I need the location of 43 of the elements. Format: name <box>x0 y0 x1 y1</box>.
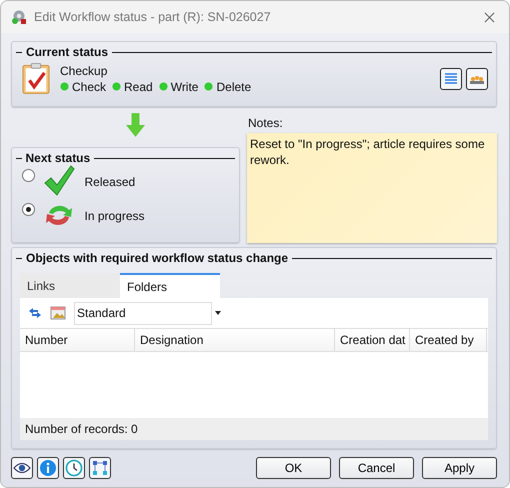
image-icon[interactable] <box>50 305 66 321</box>
column-header[interactable]: Designation <box>135 329 335 351</box>
eye-button[interactable] <box>11 457 33 479</box>
column-header[interactable]: Creation dat <box>335 329 410 351</box>
group-heading: Objects with required workflow status change <box>26 251 288 265</box>
dialog-button[interactable]: Apply <box>422 457 497 479</box>
swap-arrows-icon[interactable] <box>27 305 43 321</box>
dialog-button[interactable]: OK <box>256 457 331 479</box>
status-name: Checkup <box>60 64 108 78</box>
check-mark-icon <box>42 165 74 197</box>
column-header[interactable]: Created by <box>410 329 487 351</box>
permission-label: Read <box>124 80 153 94</box>
info-button[interactable] <box>37 457 59 479</box>
notes-label: Notes: <box>248 116 284 130</box>
list-button[interactable] <box>440 68 462 90</box>
notes-field[interactable]: Reset to "In progress"; article requires some rework. <box>247 133 497 243</box>
status-dot-icon <box>204 82 214 91</box>
workflow-button[interactable] <box>89 457 111 479</box>
radio-button[interactable] <box>22 169 34 182</box>
clock-button[interactable] <box>63 457 85 479</box>
users-button[interactable] <box>466 68 488 90</box>
list-icon <box>443 70 459 86</box>
window-title: Edit Workflow status - part (R): SN-026027 <box>34 10 272 24</box>
permission-label: Write <box>170 80 198 94</box>
column-header[interactable]: Number <box>20 329 135 351</box>
permission-label: Check <box>72 80 106 94</box>
option-label: Released <box>84 175 136 189</box>
close-icon[interactable] <box>484 12 495 22</box>
clipboard-icon <box>22 62 50 95</box>
down-arrow-icon <box>126 111 144 139</box>
permission-label: Delete <box>216 80 252 94</box>
radio-button[interactable] <box>22 203 34 216</box>
group-heading: Next status <box>26 151 90 165</box>
tab[interactable]: Links <box>20 273 120 298</box>
status-dot-icon <box>112 82 122 91</box>
caret-icon <box>215 311 221 315</box>
group-heading: Current status <box>26 45 108 59</box>
tab[interactable]: Folders <box>120 273 220 298</box>
status-dot-icon <box>158 82 168 91</box>
dialog-button[interactable]: Cancel <box>339 457 414 479</box>
record-count: Number of records: 0 <box>25 422 138 436</box>
option-label: In progress <box>84 209 145 223</box>
status-dot-icon <box>60 82 69 91</box>
